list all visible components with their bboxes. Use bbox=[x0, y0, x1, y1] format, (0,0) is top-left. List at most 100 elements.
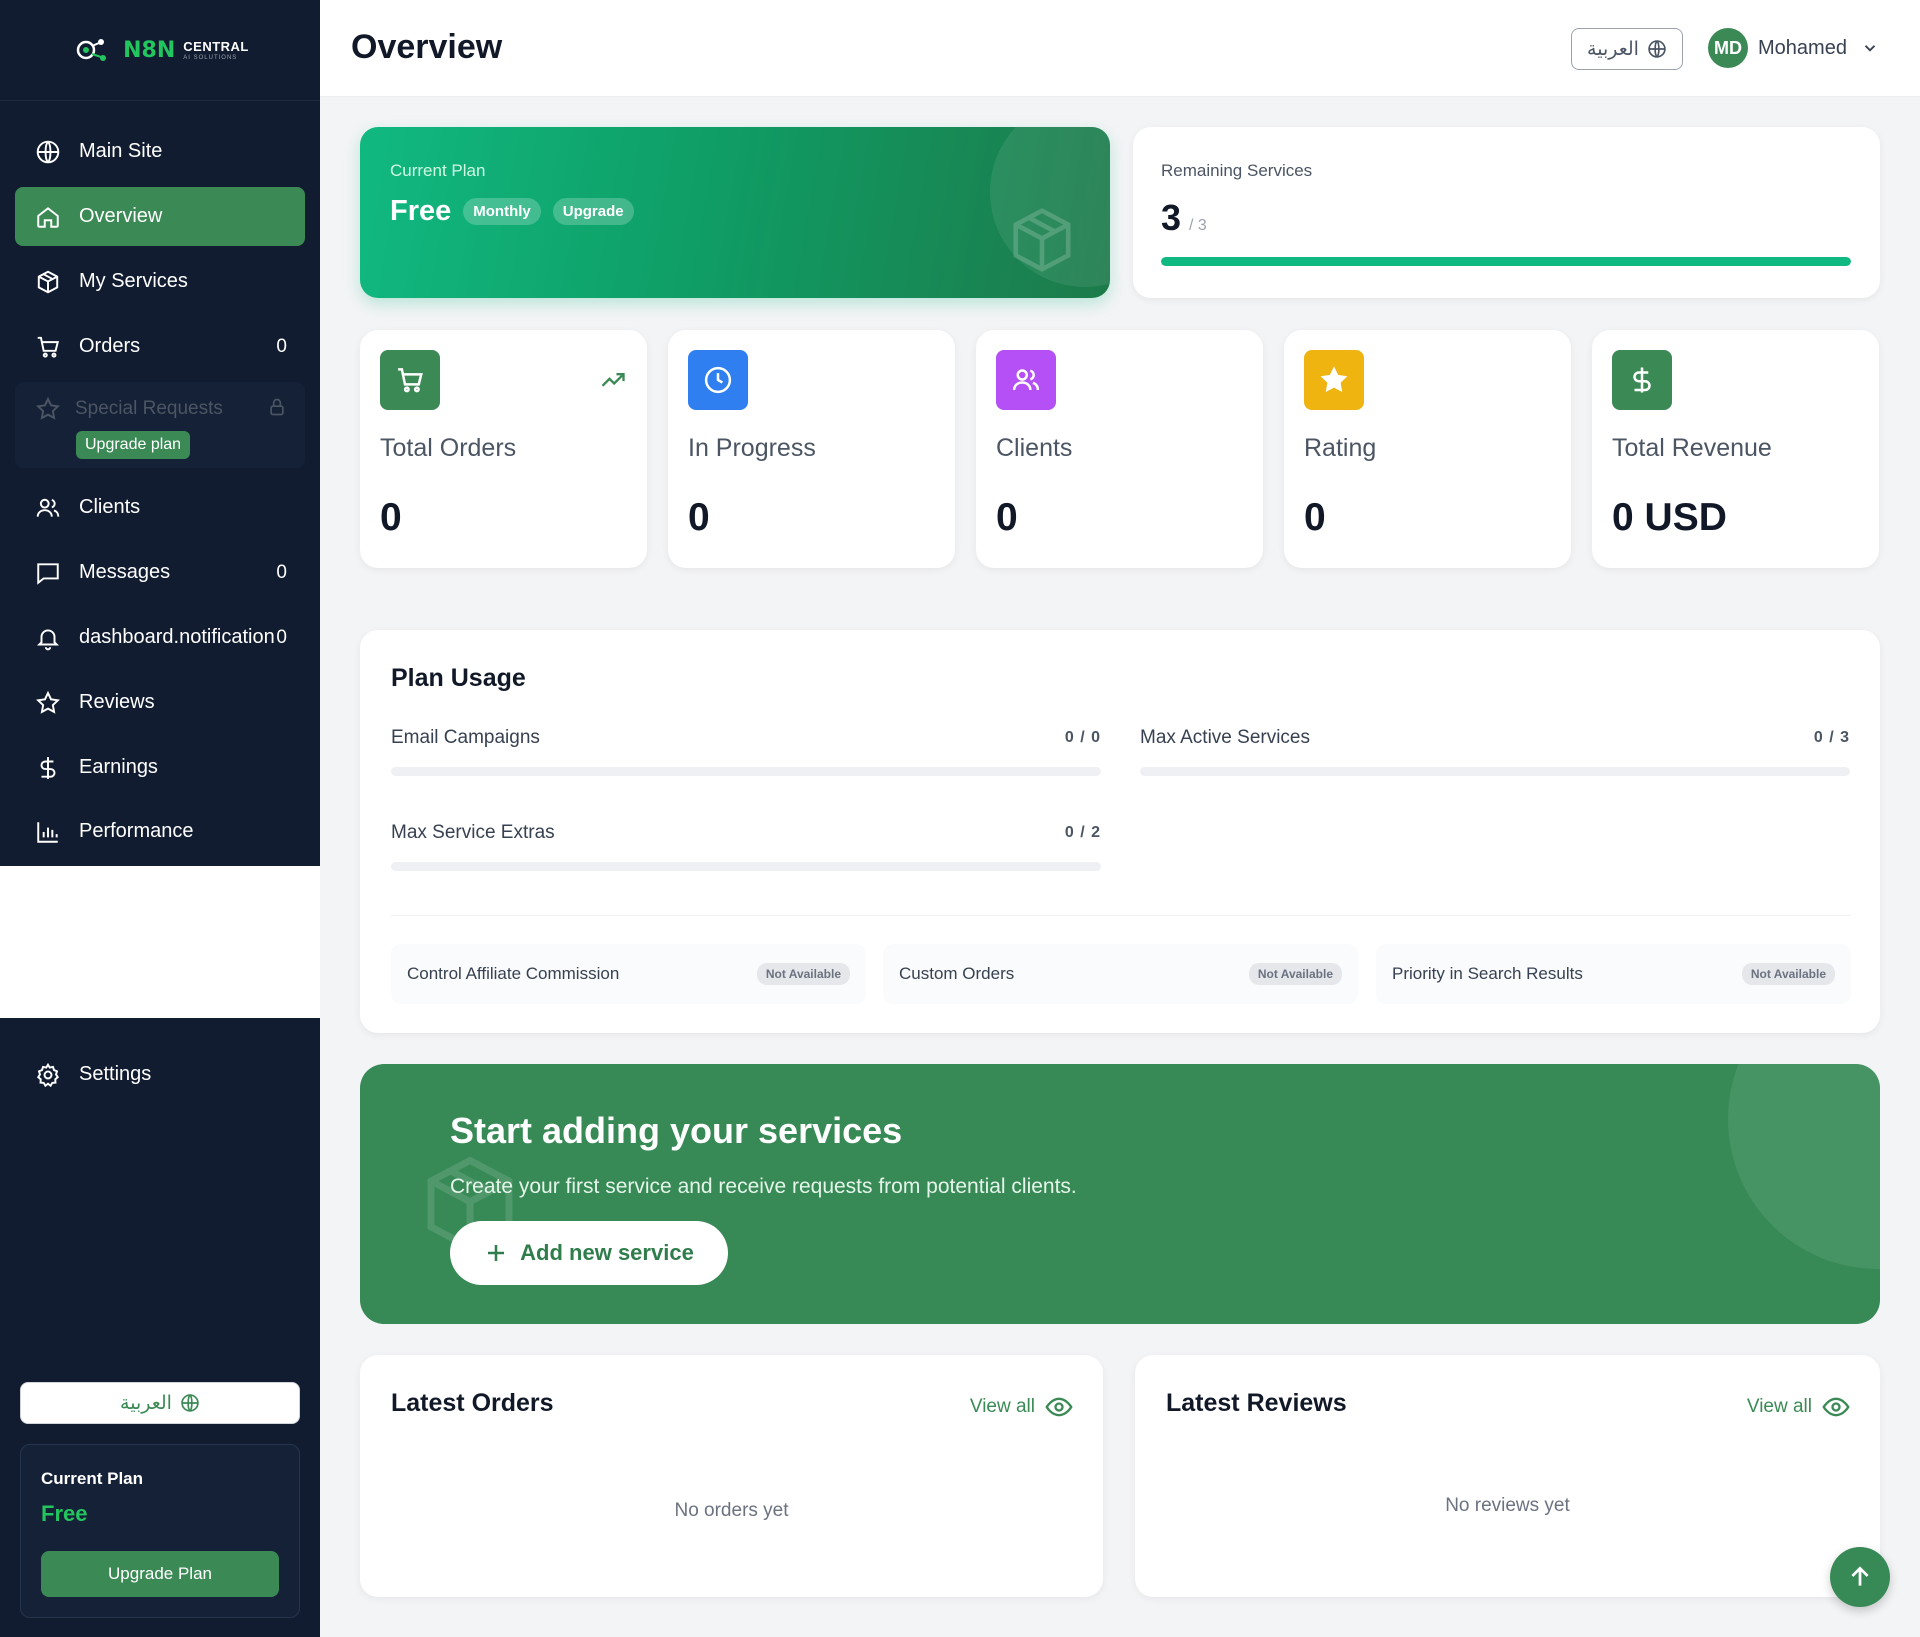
remaining-value: 3 bbox=[1161, 197, 1182, 238]
status-badge: Not Available bbox=[1248, 963, 1342, 985]
stat-value: 0 USD bbox=[1612, 496, 1727, 539]
stat-card-clients: Clients 0 bbox=[976, 330, 1263, 568]
cart-icon bbox=[35, 334, 61, 360]
banner-text: Create your first service and receive re… bbox=[450, 1175, 1077, 1198]
usage-progress-track bbox=[391, 767, 1101, 776]
chevron-down-icon bbox=[1864, 45, 1876, 52]
brand-tagline: AI SOLUTIONS bbox=[183, 54, 238, 61]
latest-orders-card: Latest Orders View all No orders yet bbox=[360, 1355, 1103, 1597]
chart-icon bbox=[35, 819, 61, 845]
empty-orders-message: No orders yet bbox=[674, 1500, 789, 1521]
star-icon bbox=[1304, 350, 1364, 410]
decorative-circle bbox=[1728, 1064, 1880, 1269]
usage-progress-track bbox=[1140, 767, 1850, 776]
bell-icon bbox=[35, 625, 61, 651]
plus-icon bbox=[488, 1245, 505, 1261]
notifications-count: 0 bbox=[276, 626, 287, 648]
sidebar-item-label: Main Site bbox=[79, 140, 163, 162]
feature-custom-orders: Custom Orders Not Available bbox=[883, 944, 1358, 1004]
language-switch-button[interactable]: العربية bbox=[1571, 28, 1683, 70]
stat-value: 0 bbox=[1304, 496, 1326, 539]
plan-usage-card: Plan Usage Email Campaigns 0 / 0 Max Act… bbox=[360, 630, 1880, 1033]
usage-label: Max Service Extras bbox=[391, 822, 555, 843]
clock-icon bbox=[688, 350, 748, 410]
sidebar-item-main-site[interactable]: Main Site bbox=[15, 122, 305, 181]
sidebar-item-clients[interactable]: Clients bbox=[15, 478, 305, 537]
sidebar-language-label: العربية bbox=[120, 1392, 172, 1414]
message-icon bbox=[35, 560, 61, 586]
stat-value: 0 bbox=[688, 496, 710, 539]
sidebar-item-settings[interactable]: Settings bbox=[15, 1045, 305, 1104]
eye-icon bbox=[1045, 1397, 1073, 1417]
sidebar-item-label: Orders bbox=[79, 335, 141, 357]
stat-card-in-progress: In Progress 0 bbox=[668, 330, 955, 568]
sidebar-item-my-services[interactable]: My Services bbox=[15, 252, 305, 311]
view-all-label: View all bbox=[1746, 1396, 1812, 1417]
stat-value: 0 bbox=[996, 496, 1018, 539]
usage-count: 0 / 0 bbox=[1064, 729, 1101, 746]
orders-count: 0 bbox=[276, 335, 287, 357]
feature-label: Priority in Search Results bbox=[1392, 964, 1583, 983]
sidebar-item-orders[interactable]: Orders 0 bbox=[15, 317, 305, 376]
users-icon bbox=[35, 495, 61, 521]
usage-count: 0 / 2 bbox=[1064, 824, 1101, 841]
sidebar-plan-box: Current Plan Free Upgrade Plan bbox=[20, 1444, 300, 1618]
messages-count: 0 bbox=[276, 561, 287, 583]
sidebar-item-special-requests: Special Requests Upgrade plan bbox=[15, 382, 305, 468]
globe-icon bbox=[35, 139, 61, 165]
brand-logo[interactable]: N8N CENTRAL AI SOLUTIONS bbox=[0, 0, 320, 101]
sidebar-item-performance[interactable]: Performance bbox=[15, 802, 305, 861]
sidebar-item-earnings[interactable]: Earnings bbox=[15, 738, 305, 797]
sidebar-plan-label: Current Plan bbox=[41, 1469, 144, 1488]
dollar-icon bbox=[1612, 350, 1672, 410]
sidebar-item-reviews[interactable]: Reviews bbox=[15, 673, 305, 732]
upgrade-plan-button[interactable]: Upgrade Plan bbox=[41, 1551, 279, 1597]
user-menu[interactable]: MD Mohamed bbox=[1708, 28, 1879, 68]
arrow-up-icon bbox=[1851, 1566, 1869, 1586]
feature-priority-search: Priority in Search Results Not Available bbox=[1376, 944, 1851, 1004]
add-new-service-button[interactable]: Add new service bbox=[450, 1221, 728, 1285]
sidebar-item-label: Reviews bbox=[79, 691, 155, 713]
users-icon bbox=[996, 350, 1056, 410]
divider bbox=[391, 915, 1851, 916]
remaining-total: / 3 bbox=[1189, 217, 1207, 234]
stat-label: Clients bbox=[996, 434, 1073, 462]
sidebar-item-notifications[interactable]: dashboard.notification 0 bbox=[15, 608, 305, 667]
usage-label: Email Campaigns bbox=[391, 727, 540, 748]
view-all-label: View all bbox=[969, 1396, 1035, 1417]
status-badge: Not Available bbox=[1741, 963, 1835, 985]
feature-label: Control Affiliate Commission bbox=[407, 964, 620, 983]
feature-affiliate-commission: Control Affiliate Commission Not Availab… bbox=[391, 944, 866, 1004]
upgrade-plan-badge[interactable]: Upgrade plan bbox=[76, 431, 191, 459]
current-plan-card: Current Plan Free Monthly Upgrade bbox=[360, 127, 1110, 298]
view-all-orders-link[interactable]: View all bbox=[970, 1393, 1073, 1421]
sidebar-language-button[interactable]: العربية bbox=[20, 1382, 300, 1424]
feature-label: Custom Orders bbox=[899, 964, 1015, 983]
upgrade-badge[interactable]: Upgrade bbox=[552, 198, 634, 225]
sidebar-item-label: Clients bbox=[79, 496, 141, 518]
sidebar-item-label: dashboard.notification bbox=[79, 626, 275, 648]
view-all-reviews-link[interactable]: View all bbox=[1747, 1393, 1850, 1421]
sidebar-item-label: Settings bbox=[79, 1063, 152, 1085]
lock-icon bbox=[270, 398, 284, 416]
usage-count: 0 / 3 bbox=[1813, 729, 1850, 746]
plan-name: Free bbox=[390, 195, 452, 227]
sidebar-item-messages[interactable]: Messages 0 bbox=[15, 543, 305, 602]
stat-label: Total Revenue bbox=[1612, 434, 1772, 462]
page-title: Overview bbox=[351, 28, 503, 66]
remaining-progress-track bbox=[1161, 257, 1851, 266]
globe-icon bbox=[180, 1393, 200, 1413]
dollar-icon bbox=[35, 755, 61, 781]
logo-mark-icon bbox=[76, 39, 107, 61]
remaining-progress-fill bbox=[1161, 257, 1851, 266]
latest-reviews-card: Latest Reviews View all No reviews yet bbox=[1135, 1355, 1880, 1597]
scroll-to-top-button[interactable] bbox=[1830, 1547, 1890, 1607]
box-icon bbox=[1013, 208, 1071, 272]
add-services-banner: Start adding your services Create your f… bbox=[360, 1064, 1880, 1324]
sidebar-plan-value: Free bbox=[41, 1501, 88, 1526]
avatar: MD bbox=[1708, 28, 1748, 68]
star-icon bbox=[35, 690, 61, 716]
sidebar-item-overview[interactable]: Overview bbox=[15, 187, 305, 246]
trending-up-icon bbox=[601, 373, 625, 387]
top-header: Overview العربية MD Mohamed bbox=[320, 0, 1920, 97]
